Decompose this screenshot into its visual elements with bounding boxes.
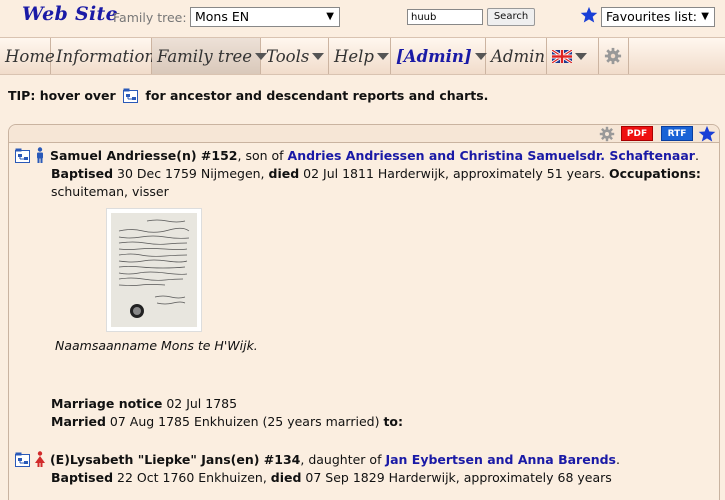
menu-home[interactable]: Home [0, 38, 55, 74]
rtf-button[interactable]: RTF [661, 126, 693, 141]
marriage-notice: Marriage notice 02 Jul 1785 [51, 395, 237, 413]
tip-text: TIP: hover over for ancestor and descend… [8, 88, 488, 103]
family-tree-label: Family tree: [113, 10, 187, 25]
chevron-down-icon: ▼ [326, 11, 334, 22]
dropdown-arrow-icon [312, 52, 325, 60]
male-icon [36, 147, 43, 163]
favourites-select[interactable]: Favourites list: ▼ [601, 7, 715, 27]
menu-language[interactable] [547, 38, 599, 74]
menu-home-label: Home [5, 46, 55, 66]
occupations: schuiteman, visser [51, 183, 169, 201]
search-button[interactable]: Search [487, 8, 535, 26]
person-icons [15, 147, 46, 168]
pdf-button[interactable]: PDF [621, 126, 653, 141]
person-details: Baptised 30 Dec 1759 Nijmegen, died 02 J… [51, 165, 701, 183]
died-label: died [268, 166, 300, 181]
tip-suffix: for ancestor and descendant reports and … [145, 88, 489, 103]
spouse-baptised-text: 22 Oct 1760 Enkhuizen, [113, 470, 271, 485]
menu-admin[interactable]: Admin [486, 38, 547, 74]
chart-menu-icon [123, 88, 139, 103]
search-input[interactable] [407, 9, 483, 25]
spouse-baptised-label: Baptised [51, 470, 114, 485]
dropdown-arrow-icon [474, 52, 487, 60]
main-menu: Home Information Family tree Tools Help … [0, 37, 725, 75]
menu-help-label: Help [334, 46, 374, 66]
menu-tools-label: Tools [266, 46, 310, 66]
menu-information[interactable]: Information [51, 38, 156, 74]
gear-icon [604, 47, 622, 65]
menu-tools[interactable]: Tools [261, 38, 329, 74]
menu-admin-bracket[interactable]: [Admin] [391, 38, 487, 74]
occupations-label: Occupations: [609, 166, 701, 181]
panel-toolbar: PDF RTF [9, 125, 719, 143]
uk-flag-icon [552, 49, 572, 63]
tip-prefix: TIP: hover over [8, 88, 116, 103]
married-to-label: to: [383, 414, 403, 429]
married: Married 07 Aug 1785 Enkhuizen (25 years … [51, 413, 403, 431]
person-name: Samuel Andriesse(n) #152 [49, 148, 238, 163]
photo-caption: Naamsaanname Mons te H'Wijk. [55, 338, 258, 353]
menu-information-label: Information [56, 46, 156, 66]
family-tree-select[interactable]: Mons EN ▼ [190, 7, 340, 27]
favourites-select-value: Favourites list: [606, 9, 697, 24]
star-icon[interactable] [698, 125, 716, 143]
dropdown-arrow-icon [575, 52, 587, 60]
dropdown-arrow-icon [377, 52, 389, 60]
married-text: 07 Aug 1785 Enkhuizen (25 years married) [105, 414, 384, 429]
period: . [615, 452, 620, 467]
document-image [111, 213, 197, 327]
person-relation: , son of [237, 148, 288, 163]
chevron-down-icon: ▼ [701, 11, 709, 22]
parents-link[interactable]: Andries Andriessen and Christina Samuels… [288, 148, 695, 163]
spouse-parents-link[interactable]: Jan Eybertsen and Anna Barends [385, 452, 616, 467]
died-text: 02 Jul 1811 Harderwijk, approximately 51… [299, 166, 610, 181]
menu-help[interactable]: Help [329, 38, 391, 74]
marriage-notice-text: 02 Jul 1785 [162, 396, 238, 411]
baptised-label: Baptised [51, 166, 114, 181]
marriage-notice-label: Marriage notice [51, 396, 163, 411]
chart-menu-icon[interactable] [15, 452, 30, 467]
chart-menu-icon[interactable] [15, 148, 30, 163]
menu-settings[interactable] [599, 38, 629, 74]
site-title[interactable]: Web Site [22, 3, 118, 25]
gear-icon[interactable] [599, 126, 615, 142]
document-photo[interactable] [106, 208, 202, 332]
star-icon[interactable] [580, 6, 598, 24]
female-icon [34, 451, 45, 467]
family-panel: PDF RTF Samuel Andriesse(n) #152, son of… [8, 124, 720, 500]
spouse-died-text: 07 Sep 1829 Harderwijk, approximately 68… [301, 470, 612, 485]
spouse-icons [15, 451, 46, 472]
menu-family-tree-label: Family tree [157, 46, 252, 66]
period: . [694, 148, 699, 163]
menu-admin-label: Admin [491, 46, 546, 66]
spouse-name: (E)Lysabeth "Liepke" Jans(en) #134 [49, 452, 301, 467]
header: Web Site Family tree: Mons EN ▼ Search F… [0, 0, 725, 37]
menu-admin-bracket-label: [Admin] [396, 46, 472, 66]
menu-family-tree[interactable]: Family tree [152, 38, 267, 74]
baptised-text: 30 Dec 1759 Nijmegen, [113, 166, 269, 181]
occupations-text: schuiteman, visser [51, 184, 169, 199]
spouse-relation: , daughter of [300, 452, 386, 467]
married-label: Married [51, 414, 106, 429]
spouse-died-label: died [270, 470, 302, 485]
spouse-details: Baptised 22 Oct 1760 Enkhuizen, died 07 … [51, 469, 612, 487]
family-tree-select-value: Mons EN [195, 9, 250, 24]
